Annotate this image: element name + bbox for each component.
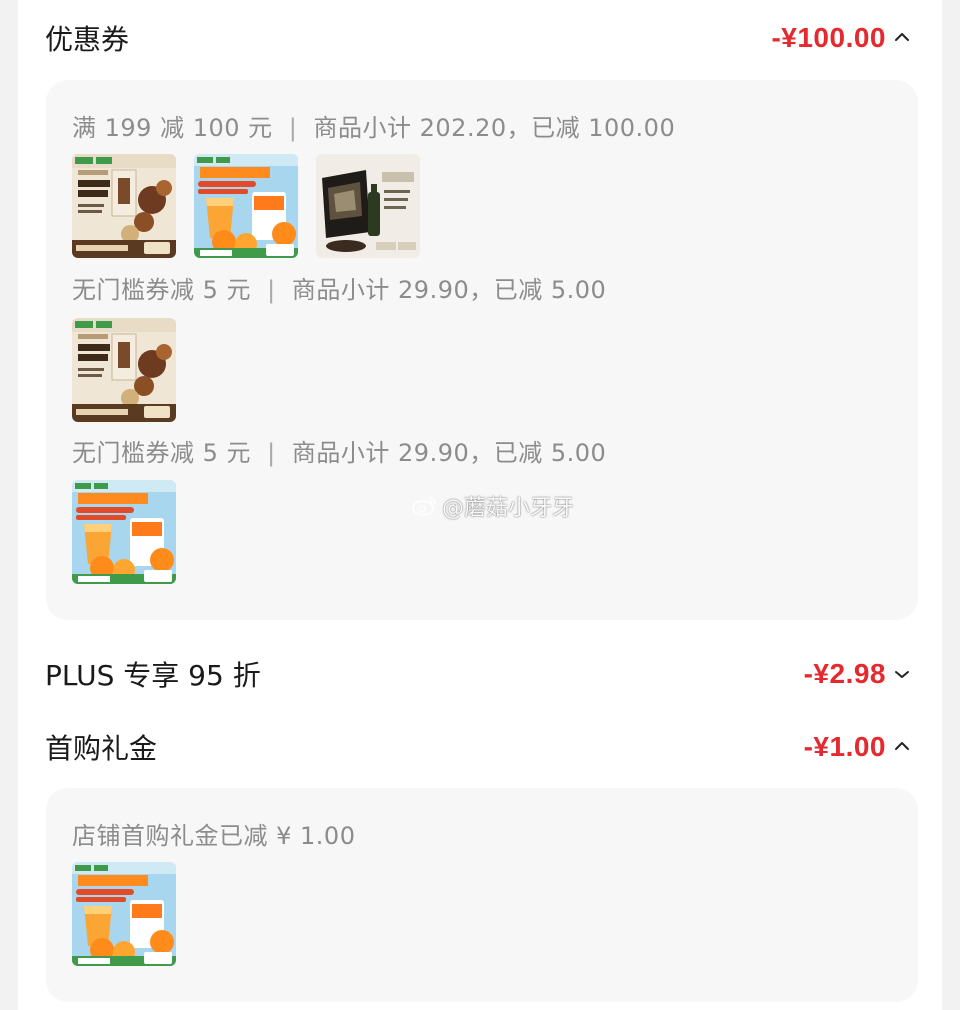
first-gift-amount: -¥1.00 xyxy=(803,731,886,762)
herbal-soup-product-image xyxy=(72,318,176,422)
herbal-soup-product-thumb[interactable] xyxy=(72,318,176,422)
coupon-detail-panel: 满 199 减 100 元 | 商品小计 202.20，已减 100.00 无门… xyxy=(46,80,918,620)
coupon-row[interactable]: 优惠券 -¥100.00 xyxy=(45,8,912,68)
first-gift-detail: 店铺首购礼金已减 ¥ 1.00 xyxy=(72,822,356,850)
plus-title: PLUS 专享 95 折 xyxy=(45,659,261,692)
coupon-detail: 商品小计 29.90，已减 5.00 xyxy=(291,276,607,304)
plus-amount: -¥2.98 xyxy=(803,658,886,689)
orange-juice-product-image xyxy=(194,154,298,258)
coupon-rule: 无门槛券减 5 元 xyxy=(72,439,252,467)
orange-juice-product-thumb[interactable] xyxy=(72,480,176,584)
chevron-down-icon[interactable] xyxy=(892,664,912,684)
weibo-icon xyxy=(412,497,436,516)
separator: | xyxy=(267,276,276,304)
coupon-amount: -¥100.00 xyxy=(771,22,886,53)
orange-juice-product-thumb[interactable] xyxy=(72,862,176,966)
coupon-title: 优惠券 xyxy=(45,23,130,56)
watermark-text: @蘑菇小牙牙 xyxy=(442,496,575,521)
plus-discount-row[interactable]: PLUS 专享 95 折 -¥2.98 xyxy=(45,644,912,704)
separator: | xyxy=(288,114,298,142)
coupon-detail: 商品小计 29.90，已减 5.00 xyxy=(291,439,607,467)
coupon-group-2-summary: 无门槛券减 5 元 | 商品小计 29.90，已减 5.00 xyxy=(72,270,606,305)
black-box-oil-product-image xyxy=(316,154,420,258)
weibo-watermark: @蘑菇小牙牙 xyxy=(412,490,574,522)
first-gift-amount-wrap: -¥1.00 xyxy=(804,731,912,763)
coupon-group-3-summary: 无门槛券减 5 元 | 商品小计 29.90，已减 5.00 xyxy=(72,433,606,468)
coupon-rule: 满 199 减 100 元 xyxy=(72,114,273,142)
separator: | xyxy=(267,439,276,467)
coupon-amount-wrap: -¥100.00 xyxy=(771,22,912,54)
coupon-rule: 无门槛券减 5 元 xyxy=(72,276,252,304)
first-gift-title: 首购礼金 xyxy=(45,732,158,765)
coupon-group-1-summary: 满 199 减 100 元 | 商品小计 202.20，已减 100.00 xyxy=(72,108,675,143)
herbal-soup-product-image xyxy=(72,154,176,258)
first-gift-row[interactable]: 首购礼金 -¥1.00 xyxy=(45,717,912,777)
first-gift-panel: 店铺首购礼金已减 ¥ 1.00 xyxy=(46,788,918,1002)
orange-juice-product-image xyxy=(72,480,176,584)
orange-juice-product-thumb[interactable] xyxy=(194,154,298,258)
chevron-up-icon[interactable] xyxy=(892,737,912,757)
chevron-up-icon[interactable] xyxy=(892,28,912,48)
coupon-detail: 商品小计 202.20，已减 100.00 xyxy=(313,114,676,142)
black-box-oil-product-thumb[interactable] xyxy=(316,154,420,258)
orange-juice-product-image xyxy=(72,862,176,966)
herbal-soup-product-thumb[interactable] xyxy=(72,154,176,258)
plus-amount-wrap: -¥2.98 xyxy=(804,658,912,690)
